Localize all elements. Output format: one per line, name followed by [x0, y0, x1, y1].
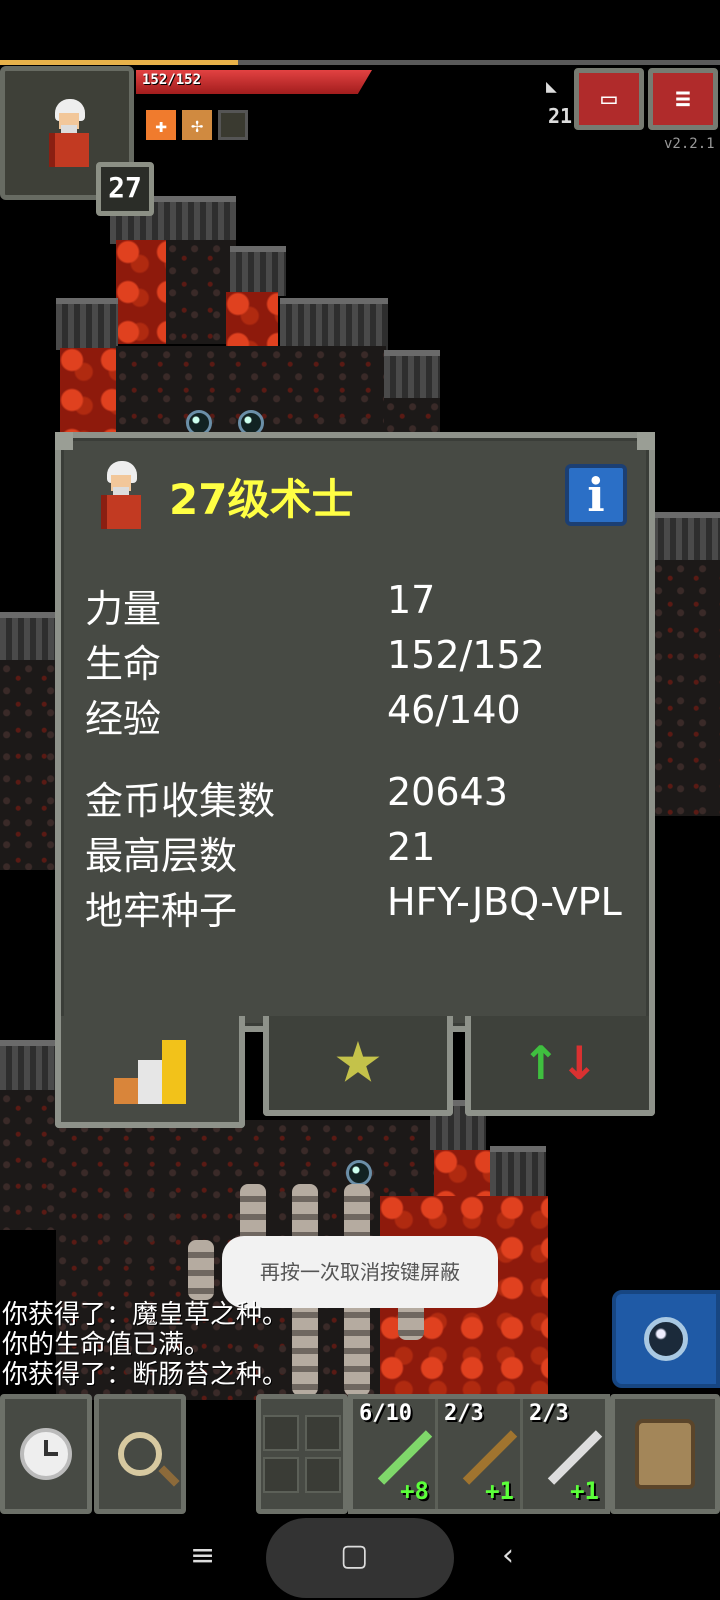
- wand-upgrade: +1: [485, 1477, 514, 1505]
- system-nav-bar: ≡ ▢ ‹: [0, 1516, 720, 1600]
- wand-charges: 2/3: [444, 1401, 484, 1426]
- version-label: v2.2.1: [664, 136, 715, 152]
- wand-charges: 6/10: [359, 1401, 412, 1426]
- tab-buffs[interactable]: ↑↓: [465, 1016, 655, 1116]
- bless-buff-icon[interactable]: ✚: [146, 110, 176, 140]
- stat-label: 力量: [85, 587, 162, 631]
- hero-title-row: 27级术士: [95, 460, 353, 532]
- game-log: 你获得了：魔皇草之种。 你的生命值已满。 你获得了：断肠苔之种。: [2, 1300, 288, 1390]
- stat-value: 46/140: [387, 688, 521, 732]
- info-button[interactable]: i: [565, 464, 627, 526]
- quickslot-grid-icon: [263, 1415, 341, 1493]
- clock-icon: [20, 1428, 72, 1480]
- tab-stats[interactable]: [55, 1016, 245, 1128]
- wand-upgrade: +8: [400, 1477, 429, 1505]
- hero-avatar-large: [95, 461, 147, 531]
- hero-title: 27级术士: [169, 474, 354, 524]
- stat-label: 经验: [85, 697, 162, 741]
- journal-button[interactable]: ▭: [574, 68, 644, 130]
- stats-icon: [110, 1034, 190, 1104]
- recents-icon[interactable]: ≡: [190, 1538, 215, 1573]
- stat-value: 21: [387, 825, 436, 869]
- bubble-icon: [644, 1317, 688, 1361]
- stat-value: 20643: [387, 770, 508, 814]
- backpack-icon: [635, 1419, 695, 1489]
- star-icon: ★: [332, 1030, 384, 1096]
- hero-level-badge: 27: [96, 162, 154, 216]
- log-line: 你的生命值已满。: [2, 1330, 211, 1360]
- hero-window-tabs: ★ ↑↓: [55, 1016, 655, 1128]
- log-line: 你获得了：魔皇草之种。: [2, 1300, 289, 1330]
- depth-stairs-icon: ◣: [546, 76, 557, 97]
- quickslot-3[interactable]: 2/3 +1: [523, 1399, 605, 1509]
- stat-value: HFY-JBQ-VPL: [387, 880, 622, 924]
- search-button[interactable]: [94, 1394, 186, 1514]
- stat-label: 最高层数: [85, 834, 238, 878]
- toast-message: 再按一次取消按键屏蔽: [222, 1236, 498, 1308]
- home-icon[interactable]: ▢: [340, 1538, 368, 1573]
- quickslot-2[interactable]: 2/3 +1: [438, 1399, 523, 1509]
- health-text: 152/152: [142, 72, 202, 88]
- experience-bar-fill: [0, 60, 238, 65]
- wand-upgrade: +1: [570, 1477, 599, 1505]
- depth-indicator: 21: [548, 104, 573, 128]
- back-icon[interactable]: ‹: [502, 1538, 514, 1573]
- stat-label: 金币收集数: [85, 779, 276, 823]
- tab-talents[interactable]: ★: [263, 1016, 453, 1116]
- stat-value: 17: [387, 578, 436, 622]
- menu-icon: ≡: [675, 84, 691, 114]
- info-icon: i: [587, 468, 605, 522]
- stat-label: 生命: [85, 642, 162, 686]
- journal-icon: ▭: [601, 84, 617, 114]
- stat-label: 地牢种子: [85, 889, 238, 933]
- herb-buff-icon[interactable]: ✢: [182, 110, 212, 140]
- quickslot-1[interactable]: 6/10 +8: [353, 1399, 438, 1509]
- quickslot-swap-button[interactable]: [256, 1394, 348, 1514]
- wand-charges: 2/3: [529, 1401, 569, 1426]
- experience-bar: [0, 60, 720, 65]
- quickslot-bar: 6/10 +8 2/3 +1 2/3 +1: [348, 1394, 610, 1514]
- search-icon: [118, 1432, 162, 1476]
- menu-button[interactable]: ≡: [648, 68, 718, 130]
- rest-button[interactable]: [0, 1394, 92, 1514]
- hero-info-window: 27级术士 i 力量 17 生命 152/152 经验 46/140 金币收集数…: [55, 432, 655, 1032]
- shield-buff-icon[interactable]: [218, 110, 248, 140]
- stat-value: 152/152: [387, 633, 545, 677]
- log-line: 你获得了：断肠苔之种。: [2, 1360, 289, 1390]
- backpack-button[interactable]: [610, 1394, 720, 1514]
- swap-icon: ↑↓: [521, 1036, 599, 1090]
- wait-button[interactable]: [612, 1290, 720, 1388]
- hero-avatar: [43, 99, 95, 169]
